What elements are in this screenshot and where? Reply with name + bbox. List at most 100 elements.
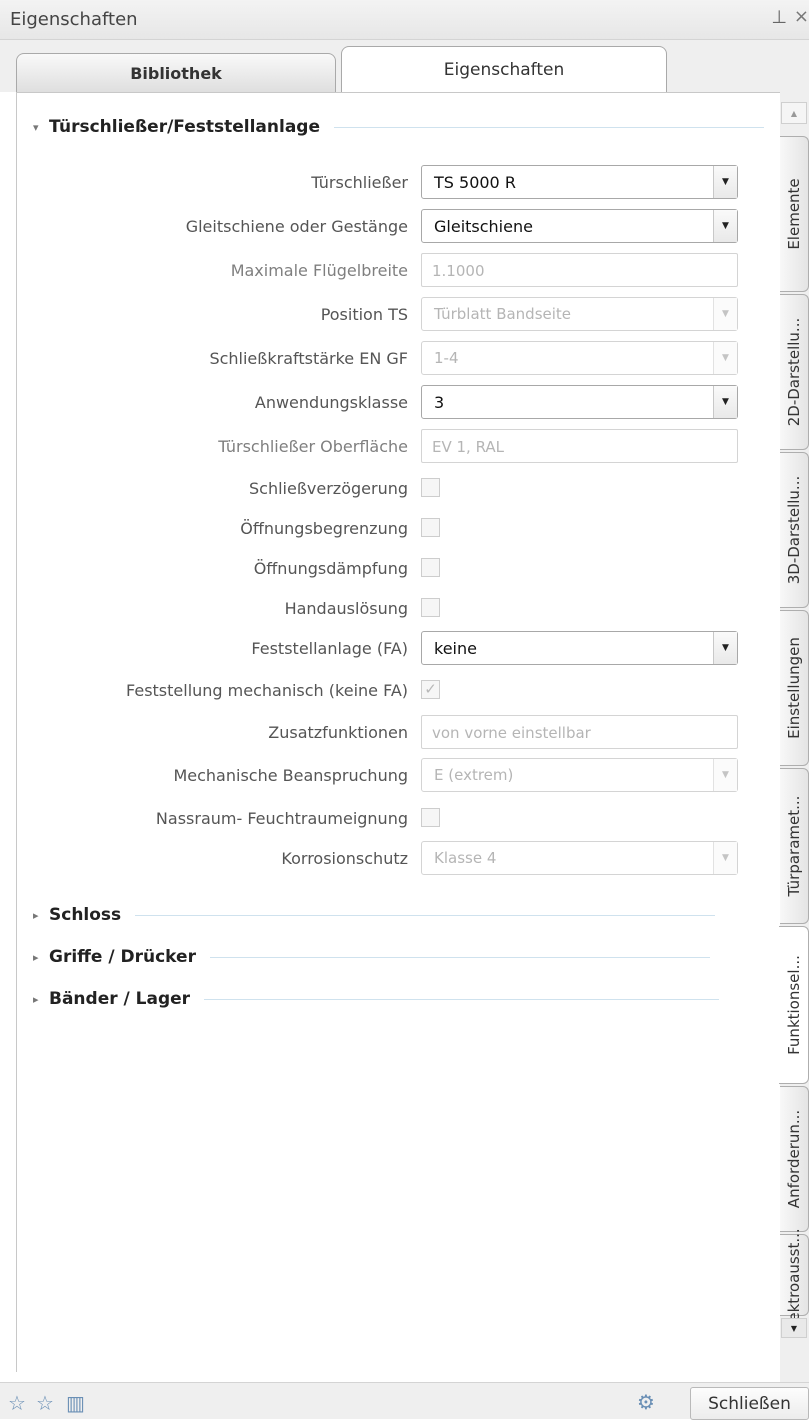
info-panel-icon[interactable]: ▥: [66, 1391, 85, 1415]
dropdown-arrow-icon[interactable]: ▼: [713, 342, 737, 374]
section-divider: [209, 956, 710, 958]
side-tab-elemente[interactable]: Elemente: [780, 136, 809, 292]
side-tab-elektroausstattung[interactable]: ektroausst...: [780, 1228, 809, 1322]
section-label: Bänder / Lager: [49, 989, 191, 1009]
dropdown-arrow-icon[interactable]: ▼: [713, 298, 737, 330]
side-tab-label: Elemente: [785, 178, 803, 250]
chevron-right-icon: ▸: [33, 908, 39, 922]
select-value: Klasse 4: [434, 849, 497, 867]
field-label: Gleitschiene oder Gestänge: [185, 217, 408, 236]
beanspruchung-select[interactable]: E (extrem) ▼: [421, 758, 738, 792]
oberflaeche-input[interactable]: EV 1, RAL: [421, 429, 738, 463]
tuerschliesser-select[interactable]: TS 5000 R ▼: [421, 165, 738, 199]
window-titlebar: Eigenschaften ⊥ ×: [0, 0, 809, 40]
input-value: EV 1, RAL: [432, 438, 505, 456]
field-label: Türschließer Oberfläche: [218, 437, 408, 456]
field-label: Schließkraftstärke EN GF: [209, 349, 408, 368]
side-tab-label: Funktionsel...: [784, 955, 803, 1055]
field-row-nassraum: Nassraum- Feuchtraumeignung: [17, 801, 781, 835]
window-title: Eigenschaften: [10, 9, 138, 30]
section-griffe[interactable]: ▸ Griffe / Drücker: [33, 947, 710, 967]
dropdown-arrow-icon[interactable]: ▼: [713, 386, 737, 418]
properties-panel: ▾ Türschließer/Feststellanlage Türschlie…: [16, 92, 780, 1372]
side-tab-anforderungen[interactable]: Anforderun...: [780, 1086, 809, 1232]
field-label: Korrosionschutz: [281, 849, 408, 868]
schliesskraft-select[interactable]: 1-4 ▼: [421, 341, 738, 375]
field-row-fluegelbreite: Maximale Flügelbreite 1.1000: [17, 253, 781, 287]
scroll-up-icon[interactable]: ▲: [781, 102, 807, 124]
field-row-oeffnungsdaempfung: Öffnungsdämpfung: [17, 551, 781, 585]
gleitschiene-select[interactable]: Gleitschiene ▼: [421, 209, 738, 243]
section-label: Griffe / Drücker: [49, 947, 196, 967]
select-value: E (extrem): [434, 766, 514, 784]
tab-strip: Bibliothek Eigenschaften: [0, 40, 809, 93]
scroll-down-icon[interactable]: ▼: [781, 1318, 807, 1338]
field-label: Anwendungsklasse: [254, 393, 408, 412]
feststellung-mechanisch-checkbox[interactable]: ✓: [421, 680, 440, 699]
select-value: TS 5000 R: [434, 173, 516, 192]
feststellanlage-select[interactable]: keine ▼: [421, 631, 738, 665]
field-label: Türschließer: [311, 173, 408, 192]
field-row-schliessverzoegerung: Schließverzögerung: [17, 471, 781, 505]
tab-eigenschaften[interactable]: Eigenschaften: [341, 46, 667, 93]
field-row-gleitschiene: Gleitschiene oder Gestänge Gleitschiene …: [17, 209, 781, 243]
section-baender[interactable]: ▸ Bänder / Lager: [33, 989, 720, 1009]
position-ts-select[interactable]: Türblatt Bandseite ▼: [421, 297, 738, 331]
field-label: Nassraum- Feuchtraumeignung: [155, 809, 408, 828]
side-tab-einstellungen[interactable]: Einstellungen: [780, 610, 809, 766]
dropdown-arrow-icon[interactable]: ▼: [713, 166, 737, 198]
chevron-right-icon: ▸: [33, 992, 39, 1006]
korrosionschutz-select[interactable]: Klasse 4 ▼: [421, 841, 738, 875]
side-tab-tuerparameter[interactable]: Türparamet...: [780, 768, 809, 924]
zusatzfunktionen-input[interactable]: von vorne einstellbar: [421, 715, 738, 749]
dropdown-arrow-icon[interactable]: ▼: [713, 759, 737, 791]
side-tab-label: Einstellungen: [785, 637, 803, 739]
select-value: 3: [434, 393, 445, 412]
field-label: Feststellanlage (FA): [251, 639, 408, 658]
oeffnungsbegrenzung-checkbox[interactable]: [421, 518, 440, 537]
field-row-schliesskraft: Schließkraftstärke EN GF 1-4 ▼: [17, 341, 781, 375]
bottom-toolbar: ☆ ☆ ▥ ⚙ Schließen: [0, 1382, 809, 1420]
field-label: Öffnungsdämpfung: [253, 559, 408, 578]
chevron-down-icon: ▾: [33, 120, 39, 134]
close-icon[interactable]: ×: [794, 6, 809, 27]
section-tuerschliesser[interactable]: ▾ Türschließer/Feststellanlage: [33, 117, 764, 137]
handausloesung-checkbox[interactable]: [421, 598, 440, 617]
side-tab-3d-darstellung[interactable]: 3D-Darstellu...: [780, 452, 809, 608]
nassraum-checkbox[interactable]: [421, 808, 440, 827]
dropdown-arrow-icon[interactable]: ▼: [713, 632, 737, 664]
field-row-feststellung-mechanisch: Feststellung mechanisch (keine FA) ✓: [17, 673, 781, 707]
pin-icon[interactable]: ⊥: [771, 7, 787, 28]
field-label: Zusatzfunktionen: [268, 723, 408, 742]
tab-bibliothek[interactable]: Bibliothek: [16, 53, 336, 93]
fluegelbreite-input[interactable]: 1.1000: [421, 253, 738, 287]
dropdown-arrow-icon[interactable]: ▼: [713, 210, 737, 242]
field-row-korrosionschutz: Korrosionschutz Klasse 4 ▼: [17, 841, 781, 875]
section-divider: [334, 126, 764, 128]
gear-icon[interactable]: ⚙: [637, 1390, 655, 1414]
favorite-manage-icon[interactable]: ☆: [36, 1391, 54, 1415]
anwendungsklasse-select[interactable]: 3 ▼: [421, 385, 738, 419]
section-schloss[interactable]: ▸ Schloss: [33, 905, 716, 925]
select-value: keine: [434, 639, 477, 658]
field-row-anwendungsklasse: Anwendungsklasse 3 ▼: [17, 385, 781, 419]
input-value: 1.1000: [432, 262, 485, 280]
close-button[interactable]: Schließen: [690, 1387, 809, 1420]
oeffnungsdaempfung-checkbox[interactable]: [421, 558, 440, 577]
chevron-right-icon: ▸: [33, 950, 39, 964]
field-label: Handauslösung: [284, 599, 408, 618]
side-tab-2d-darstellung[interactable]: 2D-Darstellu...: [780, 294, 809, 450]
side-tab-funktionselemente[interactable]: Funktionsel...: [779, 926, 809, 1084]
side-tab-label: 3D-Darstellu...: [785, 475, 803, 585]
checkmark-icon: ✓: [424, 680, 437, 698]
field-row-handausloesung: Handauslösung: [17, 591, 781, 625]
dropdown-arrow-icon[interactable]: ▼: [713, 842, 737, 874]
field-label: Maximale Flügelbreite: [230, 261, 408, 280]
field-label: Öffnungsbegrenzung: [240, 519, 408, 538]
favorite-add-icon[interactable]: ☆: [8, 1391, 26, 1415]
schliessverzoegerung-checkbox[interactable]: [421, 478, 440, 497]
section-label: Türschließer/Feststellanlage: [49, 117, 320, 137]
field-row-feststellanlage: Feststellanlage (FA) keine ▼: [17, 631, 781, 665]
side-tab-label: Anforderun...: [785, 1109, 803, 1209]
side-tab-strip: ▲ Elemente 2D-Darstellu... 3D-Darstellu.…: [779, 92, 809, 1382]
